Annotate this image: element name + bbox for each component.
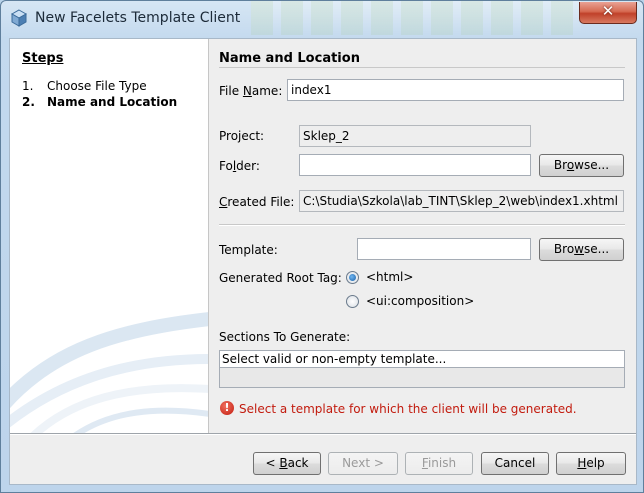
radio-html[interactable] — [346, 271, 359, 284]
sections-list[interactable]: Select valid or non-empty template... — [219, 350, 625, 388]
created-file-field: C:\Studia\Szkola\lab_TINT\Sklep_2\web\in… — [299, 190, 624, 212]
project-field: Sklep_2 — [299, 125, 531, 147]
steps-title: Steps — [22, 51, 64, 66]
name-location-panel: Name and Location File Name: index1 Proj… — [209, 39, 636, 433]
root-tag-label: Generated Root Tag: — [219, 271, 342, 285]
section-divider — [219, 224, 625, 226]
sections-label: Sections To Generate: — [219, 330, 351, 344]
app-cube-icon — [10, 9, 28, 27]
back-button[interactable]: < Back — [253, 452, 321, 475]
dialog-window: New Facelets Template Client ✕ Steps 1. C… — [0, 0, 644, 493]
help-button[interactable]: Help — [556, 452, 626, 475]
dialog-content: Steps 1. Choose File Type 2. Name and Loca… — [9, 38, 637, 485]
finish-button[interactable]: Finish — [405, 452, 473, 475]
folder-label: Folder: — [219, 159, 260, 173]
template-label: Template: — [219, 243, 278, 257]
next-button[interactable]: Next > — [328, 452, 398, 475]
radio-ui-composition[interactable] — [346, 295, 359, 308]
title-bar-decoration — [251, 1, 581, 35]
bottom-divider — [10, 433, 636, 435]
template-browse-button[interactable]: Browse... — [539, 238, 624, 261]
list-item[interactable]: Select valid or non-empty template... — [220, 351, 624, 368]
wizard-swoosh-graphic — [10, 312, 208, 433]
file-name-input[interactable]: index1 — [287, 79, 624, 101]
error-icon: ! — [220, 401, 234, 415]
panel-title: Name and Location — [219, 51, 360, 66]
close-button[interactable]: ✕ — [579, 2, 637, 24]
template-input[interactable] — [357, 238, 531, 260]
title-divider — [219, 67, 625, 68]
error-message: Select a template for which the client w… — [239, 402, 577, 416]
radio-html-label[interactable]: <html> — [366, 270, 413, 284]
step-name-and-location: 2. Name and Location — [22, 95, 178, 109]
folder-browse-button[interactable]: Browse... — [539, 154, 624, 177]
created-file-label: Created File: — [219, 195, 295, 209]
window-title: New Facelets Template Client — [35, 10, 241, 26]
folder-input[interactable] — [299, 154, 531, 176]
cancel-button[interactable]: Cancel — [481, 452, 549, 475]
file-name-label: File Name: — [219, 84, 283, 98]
title-bar[interactable]: New Facelets Template Client ✕ — [1, 1, 643, 35]
step-choose-file-type: 1. Choose File Type — [22, 79, 147, 93]
steps-panel: Steps 1. Choose File Type 2. Name and Loca… — [10, 39, 209, 433]
project-label: Project: — [219, 129, 265, 143]
radio-ui-composition-label[interactable]: <ui:composition> — [366, 294, 474, 308]
